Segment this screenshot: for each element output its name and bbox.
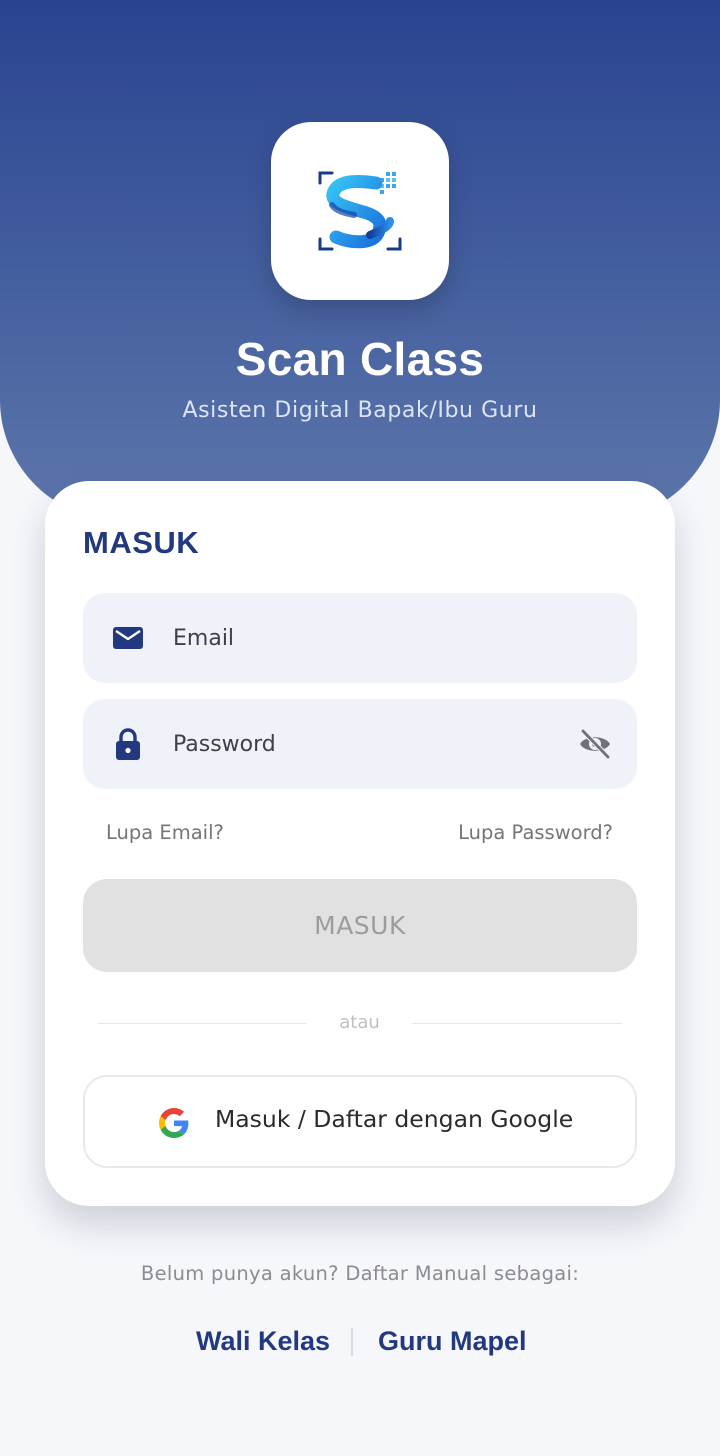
login-card: MASUK Lupa Email? Lupa — [45, 481, 675, 1206]
scan-class-logo-icon — [318, 171, 402, 251]
eye-off-icon[interactable] — [577, 726, 613, 762]
register-wali-kelas-link[interactable]: Wali Kelas — [196, 1326, 330, 1357]
password-field[interactable] — [83, 699, 637, 789]
register-prompt: Belum punya akun? Daftar Manual sebagai: — [140, 1262, 580, 1285]
google-g-icon — [159, 1108, 189, 1138]
lock-icon — [116, 728, 140, 760]
forgot-email-link[interactable]: Lupa Email? — [106, 821, 224, 844]
divider-right — [412, 1023, 622, 1024]
register-options: Wali Kelas Guru Mapel — [0, 1322, 720, 1362]
app-logo — [271, 122, 449, 300]
hero-header: Scan Class Asisten Digital Bapak/Ibu Gur… — [0, 0, 720, 520]
login-button[interactable]: MASUK — [83, 879, 637, 972]
google-signin-button[interactable]: Masuk / Daftar dengan Google — [83, 1075, 637, 1168]
app-name: Scan Class — [235, 333, 485, 385]
register-guru-mapel-link[interactable]: Guru Mapel — [378, 1326, 527, 1357]
envelope-icon — [113, 627, 143, 649]
login-screen: Scan Class Asisten Digital Bapak/Ibu Gur… — [0, 0, 720, 1456]
footer-separator — [351, 1328, 353, 1356]
divider-text: atau — [339, 1012, 380, 1033]
login-title: MASUK — [83, 525, 200, 560]
forgot-password-link[interactable]: Lupa Password? — [458, 821, 613, 844]
divider-left — [98, 1023, 307, 1024]
google-signin-label: Masuk / Daftar dengan Google — [215, 1105, 574, 1133]
password-input[interactable] — [173, 719, 553, 769]
app-tagline: Asisten Digital Bapak/Ibu Guru — [182, 398, 538, 423]
email-field[interactable] — [83, 593, 637, 683]
email-input[interactable] — [173, 613, 553, 663]
